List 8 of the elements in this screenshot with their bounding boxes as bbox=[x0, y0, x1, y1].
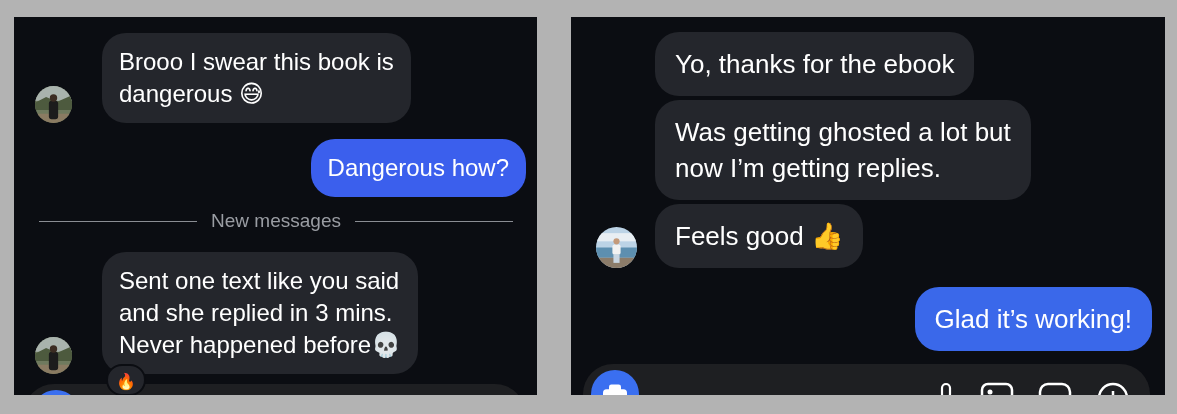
message-bubble: Was getting ghosted a lot but now I’m getting replies. bbox=[655, 100, 1031, 200]
message-bubble: Yo, thanks for the ebook bbox=[655, 32, 975, 96]
divider-label: New messages bbox=[211, 209, 341, 233]
message-bubble: Brooo I swear this book is dangerous 😅 bbox=[102, 33, 411, 123]
message-bubble: Feels good 👍 bbox=[655, 204, 863, 268]
message-bubble: Dangerous how? bbox=[310, 139, 526, 197]
message-bubble: Glad it’s working! bbox=[914, 287, 1152, 351]
reaction-badge: 🔥 bbox=[106, 364, 146, 395]
